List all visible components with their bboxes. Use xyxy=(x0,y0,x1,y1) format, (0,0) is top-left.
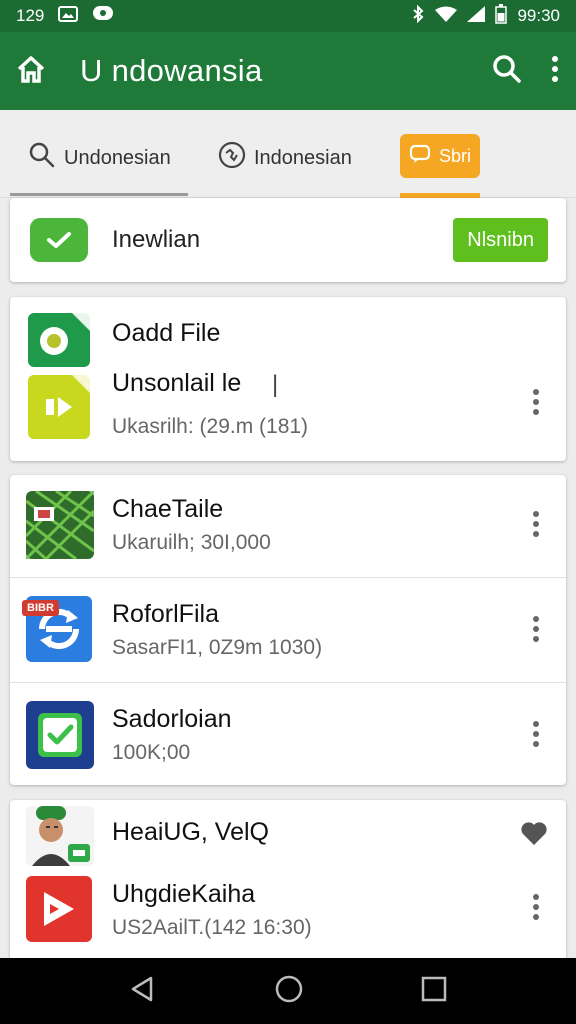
list-item[interactable]: HeaiUG, VelQ UhgdieKaiha US2AailT.(142 1… xyxy=(10,800,566,960)
item-subtitle: US2AailT.(142 16:30) xyxy=(112,916,312,939)
image-notification-icon xyxy=(58,5,79,27)
chat-icon xyxy=(409,143,431,170)
video-play-icon xyxy=(26,876,92,942)
home-icon[interactable] xyxy=(16,54,46,89)
check-icon xyxy=(30,218,88,262)
more-options-icon[interactable] xyxy=(526,509,546,539)
more-options-icon[interactable] xyxy=(526,387,546,417)
status-bar: 129 99:30 xyxy=(0,0,576,32)
list-item[interactable]: Sadorloian 100K;00 xyxy=(10,683,566,785)
heart-icon[interactable] xyxy=(520,820,548,851)
overflow-menu-icon[interactable] xyxy=(550,54,560,89)
status-banner: Inewlian Nlsnibn xyxy=(10,198,566,282)
item-title: HeaiUG, VelQ xyxy=(112,818,270,846)
tab-sbri[interactable]: Sbri xyxy=(400,134,480,178)
item-subtitle: 100K;00 xyxy=(112,741,191,764)
banner-button[interactable]: Nlsnibn xyxy=(453,218,548,262)
home-nav-icon[interactable] xyxy=(274,974,304,1009)
item-subtitle: Ukasrilh: (29.m (181) xyxy=(112,415,309,438)
file-card: ChaeTaile Ukaruilh; 30I,000 BIBR RoforlF… xyxy=(10,475,566,785)
status-time-left: 129 xyxy=(16,6,45,25)
more-options-icon[interactable] xyxy=(526,892,546,922)
tab-label: Sbri xyxy=(438,145,471,166)
more-options-icon[interactable] xyxy=(526,719,546,749)
photo-app-icon xyxy=(28,313,90,367)
system-nav-bar xyxy=(0,958,576,1024)
item-title: RoforlFila xyxy=(112,600,219,628)
globe-icon xyxy=(218,141,246,175)
pattern-image-icon xyxy=(24,489,96,561)
banner-label: Inewlian xyxy=(112,226,201,253)
battery-icon xyxy=(495,3,508,29)
search-icon[interactable] xyxy=(492,54,522,89)
tab-undonesian[interactable]: Undonesian xyxy=(28,138,171,178)
checkmark-app-icon xyxy=(26,701,94,769)
list-item[interactable]: ChaeTaile Ukaruilh; 30I,000 xyxy=(10,475,566,577)
file-card: HeaiUG, VelQ UhgdieKaiha US2AailT.(142 1… xyxy=(10,800,566,960)
text-cursor: | xyxy=(272,371,279,398)
message-notification-icon xyxy=(92,5,114,28)
tab-indonesian[interactable]: Indonesian xyxy=(218,138,352,178)
wifi-icon xyxy=(435,6,458,27)
item-subtitle: Ukaruilh; 30I,000 xyxy=(112,531,271,554)
video-file-icon xyxy=(28,375,90,439)
icon-badge: BIBR xyxy=(22,600,59,616)
item-title: Unsonlail le xyxy=(112,369,242,397)
file-card: Oadd File Unsonlail le | Ukasrilh: (29.m… xyxy=(10,297,566,461)
app-bar: U ndowansia xyxy=(0,32,576,110)
signal-icon xyxy=(467,5,486,27)
tab-label: Undonesian xyxy=(64,146,171,169)
bluetooth-icon xyxy=(411,4,425,28)
item-subtitle: SasarFI1, 0Z9m 1030) xyxy=(112,636,323,659)
item-title: UhgdieKaiha xyxy=(112,880,256,908)
search-icon xyxy=(28,141,56,175)
status-time-right: 99:30 xyxy=(517,6,560,25)
tab-indicator xyxy=(10,193,188,196)
tab-label: Indonesian xyxy=(254,146,352,169)
avatar xyxy=(26,806,94,866)
item-title: ChaeTaile xyxy=(112,495,224,523)
back-icon[interactable] xyxy=(129,975,157,1008)
list-item[interactable]: BIBR RoforlFila SasarFI1, 0Z9m 1030) xyxy=(10,578,566,682)
more-options-icon[interactable] xyxy=(526,614,546,644)
item-title: Oadd File xyxy=(112,319,221,347)
app-title: U ndowansia xyxy=(80,53,263,88)
list-item[interactable]: Oadd File Unsonlail le | Ukasrilh: (29.m… xyxy=(10,297,566,461)
recents-icon[interactable] xyxy=(421,976,447,1007)
tab-bar: Undonesian Indonesian Sbri xyxy=(0,110,576,198)
item-title: Sadorloian xyxy=(112,705,232,733)
